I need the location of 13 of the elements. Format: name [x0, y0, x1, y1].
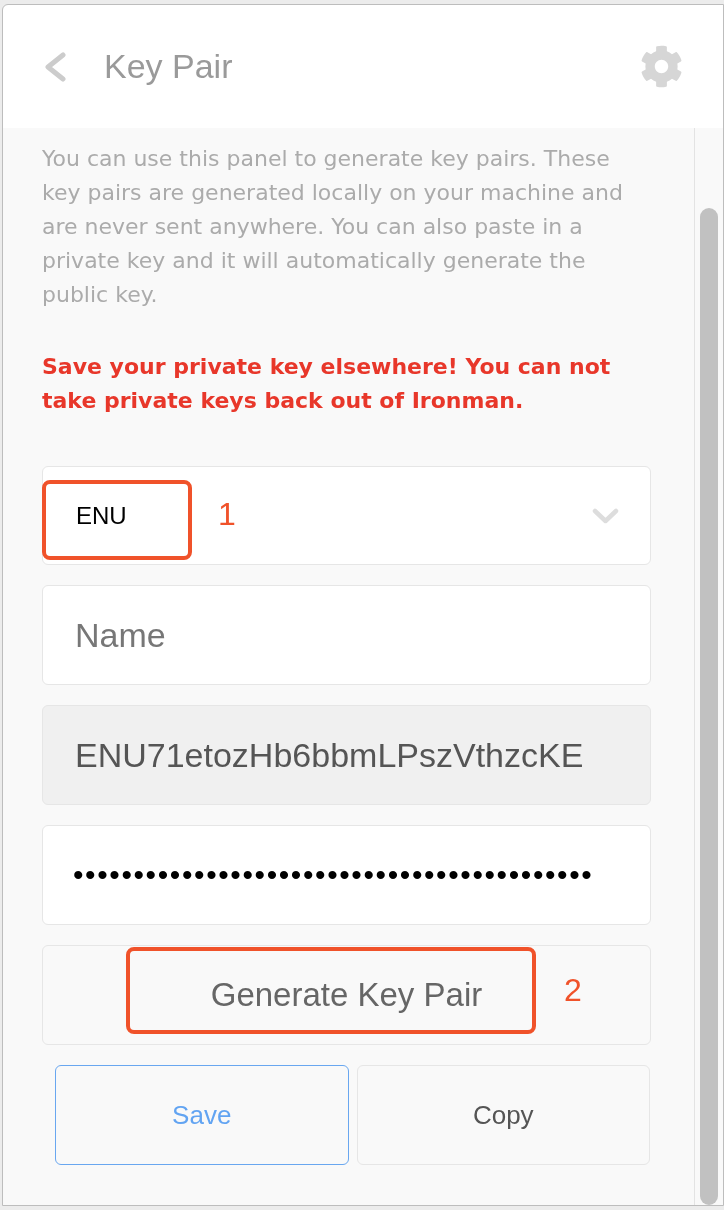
callout-number: 2 [564, 972, 582, 1008]
description-text: You can use this panel to generate key pairs. These key pairs are generated locally on your machine and are never sent anywhere. You can also paste in a private key and it will automatically generate the public key. [42, 145, 624, 309]
warning-text: Save your private key elsewhere! You can not take private keys back out of Ironman. [42, 353, 612, 415]
copy-button[interactable]: Copy [356, 1065, 650, 1165]
page-title: Key Pair [104, 46, 233, 87]
chevron-left-icon [43, 51, 67, 82]
private-key-input[interactable]: ••••••••••••••••••••••••••••••••••••••••••• [42, 825, 651, 925]
callout-number: 1 [218, 496, 236, 532]
scrollbar-thumb[interactable] [700, 208, 718, 1205]
back-button[interactable] [43, 51, 67, 82]
settings-icon[interactable] [640, 45, 683, 88]
name-input[interactable]: Name [42, 585, 651, 685]
chevron-down-icon [592, 507, 619, 524]
